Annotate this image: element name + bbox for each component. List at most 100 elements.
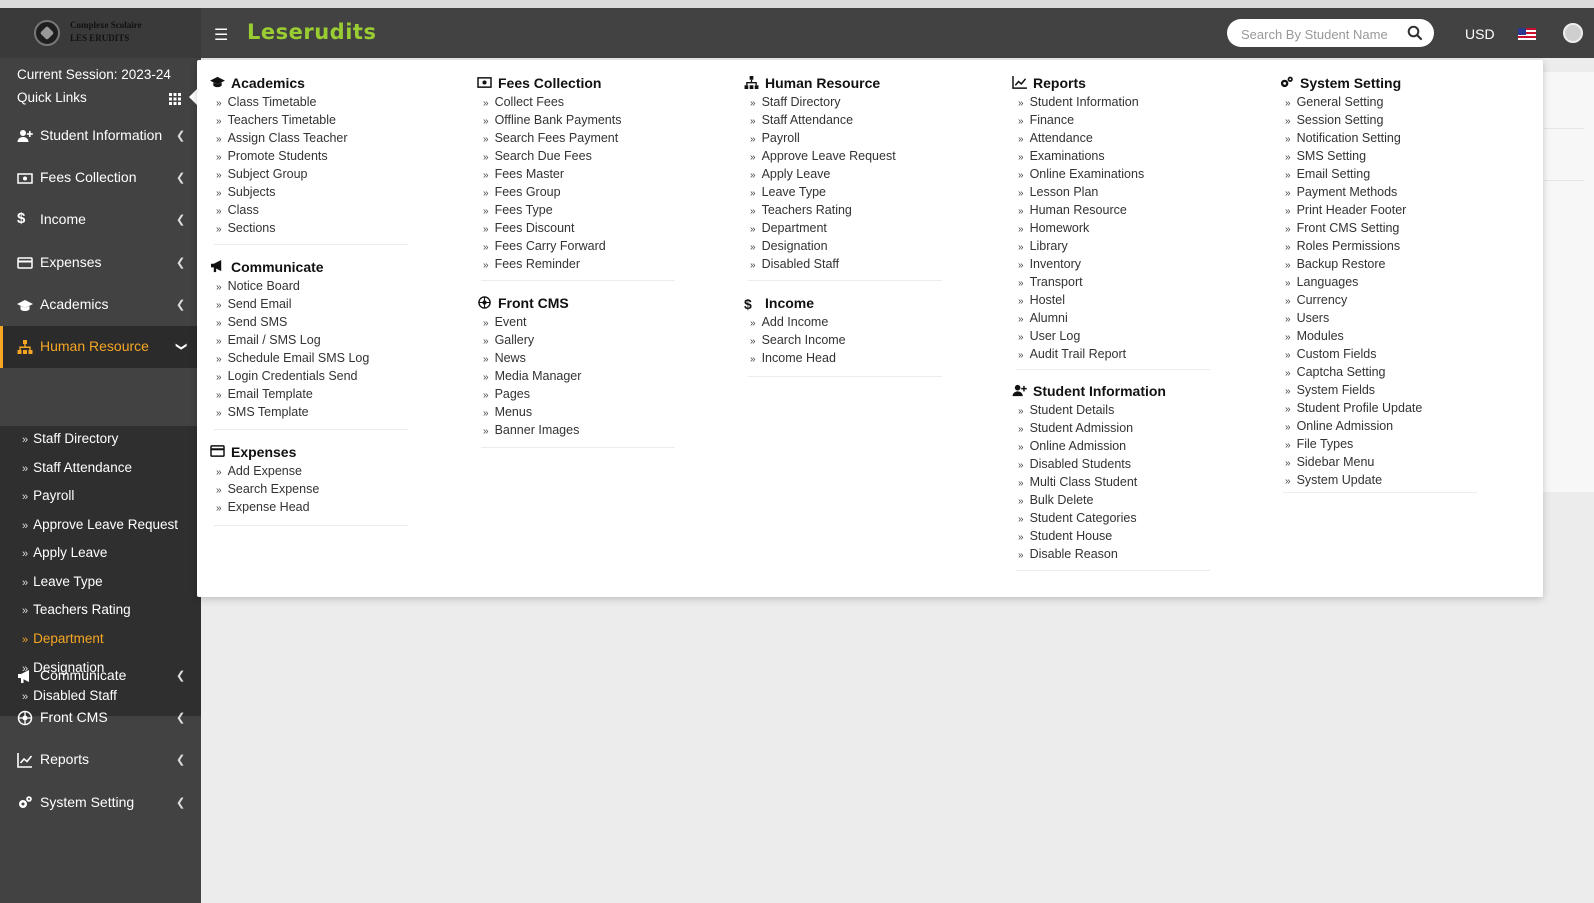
link-news[interactable]: » News <box>483 351 526 365</box>
link-report-hostel[interactable]: » Hostel <box>1018 293 1065 307</box>
link-sections[interactable]: » Sections <box>216 221 276 235</box>
link-send-sms[interactable]: » Send SMS <box>216 315 287 329</box>
link-student-categories[interactable]: » Student Categories <box>1018 511 1137 525</box>
link-disabled-staff[interactable]: » Disabled Staff <box>750 257 839 271</box>
link-teachers-rating[interactable]: » Teachers Rating <box>750 203 852 217</box>
link-report-lesson-plan[interactable]: » Lesson Plan <box>1018 185 1098 199</box>
submenu-item-approve-leave-request[interactable]: » Approve Leave Request <box>22 517 178 532</box>
link-assign-class-teacher[interactable]: » Assign Class Teacher <box>216 131 348 145</box>
link-email-template[interactable]: » Email Template <box>216 387 313 401</box>
link-general-setting[interactable]: » General Setting <box>1285 95 1383 109</box>
link-report-library[interactable]: » Library <box>1018 239 1068 253</box>
link-currency[interactable]: » Currency <box>1285 293 1347 307</box>
link-session-setting[interactable]: » Session Setting <box>1285 113 1383 127</box>
link-notice-board[interactable]: » Notice Board <box>216 279 300 293</box>
link-student-profile-update[interactable]: » Student Profile Update <box>1285 401 1422 415</box>
submenu-item-leave-type[interactable]: » Leave Type <box>22 574 103 589</box>
link-report-examinations[interactable]: » Examinations <box>1018 149 1105 163</box>
link-media-manager[interactable]: » Media Manager <box>483 369 581 383</box>
link-schedule-email-sms-log[interactable]: » Schedule Email SMS Log <box>216 351 369 365</box>
link-sms-setting[interactable]: » SMS Setting <box>1285 149 1366 163</box>
link-fees-carry-forward[interactable]: » Fees Carry Forward <box>483 239 606 253</box>
link-sidebar-menu[interactable]: » Sidebar Menu <box>1285 455 1374 469</box>
link-report-inventory[interactable]: » Inventory <box>1018 257 1081 271</box>
currency-selector[interactable]: USD <box>1465 26 1495 42</box>
link-online-admission[interactable]: » Online Admission <box>1018 439 1126 453</box>
link-search-due-fees[interactable]: » Search Due Fees <box>483 149 592 163</box>
link-department[interactable]: » Department <box>750 221 827 235</box>
link-teachers-timetable[interactable]: » Teachers Timetable <box>216 113 336 127</box>
submenu-item-payroll[interactable]: » Payroll <box>22 488 74 503</box>
link-payment-methods[interactable]: » Payment Methods <box>1285 185 1397 199</box>
sidebar-item-human-resource[interactable]: Human Resource ❮ <box>0 326 201 368</box>
link-collect-fees[interactable]: » Collect Fees <box>483 95 564 109</box>
link-staff-directory[interactable]: » Staff Directory <box>750 95 841 109</box>
link-modules[interactable]: » Modules <box>1285 329 1344 343</box>
link-banner-images[interactable]: » Banner Images <box>483 423 579 437</box>
link-promote-students[interactable]: » Promote Students <box>216 149 328 163</box>
link-fees-type[interactable]: » Fees Type <box>483 203 553 217</box>
link-notification-setting[interactable]: » Notification Setting <box>1285 131 1401 145</box>
sidebar-item-expenses[interactable]: Expenses ❮ <box>0 242 201 284</box>
link-offline-bank-payments[interactable]: » Offline Bank Payments <box>483 113 621 127</box>
link-payroll[interactable]: » Payroll <box>750 131 800 145</box>
sidebar-item-front-cms[interactable]: Front CMS ❮ <box>0 697 201 739</box>
sidebar-item-student-information[interactable]: Student Information ❮ <box>0 115 201 157</box>
search-icon[interactable] <box>1407 25 1423 41</box>
brand-logo-area[interactable]: Complexe Scolaire LES ERUDITS <box>0 8 201 58</box>
link-captcha-setting[interactable]: » Captcha Setting <box>1285 365 1386 379</box>
link-report-homework[interactable]: » Homework <box>1018 221 1089 235</box>
link-add-expense[interactable]: » Add Expense <box>216 464 302 478</box>
sidebar-item-system-setting[interactable]: System Setting ❮ <box>0 782 201 824</box>
sidebar-item-reports[interactable]: Reports ❮ <box>0 739 201 781</box>
link-roles-permissions[interactable]: » Roles Permissions <box>1285 239 1400 253</box>
sidebar-item-communicate[interactable]: Communicate ❮ <box>0 655 201 697</box>
link-apply-leave[interactable]: » Apply Leave <box>750 167 830 181</box>
user-avatar[interactable] <box>1563 23 1583 43</box>
sidebar-item-income[interactable]: $ Income ❮ <box>0 199 201 241</box>
link-report-finance[interactable]: » Finance <box>1018 113 1074 127</box>
link-student-admission[interactable]: » Student Admission <box>1018 421 1133 435</box>
link-users[interactable]: » Users <box>1285 311 1329 325</box>
link-menus[interactable]: » Menus <box>483 405 532 419</box>
hamburger-menu-icon[interactable]: ☰ <box>214 28 228 44</box>
link-staff-attendance[interactable]: » Staff Attendance <box>750 113 853 127</box>
submenu-item-staff-attendance[interactable]: » Staff Attendance <box>22 460 132 475</box>
link-report-human-resource[interactable]: » Human Resource <box>1018 203 1127 217</box>
link-disabled-students[interactable]: » Disabled Students <box>1018 457 1131 471</box>
sidebar-item-fees-collection[interactable]: Fees Collection ❮ <box>0 157 201 199</box>
grid-icon[interactable] <box>169 93 181 105</box>
link-system-fields[interactable]: » System Fields <box>1285 383 1375 397</box>
link-expense-head[interactable]: » Expense Head <box>216 500 310 514</box>
link-front-cms-setting[interactable]: » Front CMS Setting <box>1285 221 1399 235</box>
link-report-online-examinations[interactable]: » Online Examinations <box>1018 167 1144 181</box>
link-file-types[interactable]: » File Types <box>1285 437 1353 451</box>
link-email-sms-log[interactable]: » Email / SMS Log <box>216 333 321 347</box>
link-add-income[interactable]: » Add Income <box>750 315 828 329</box>
link-custom-fields[interactable]: » Custom Fields <box>1285 347 1376 361</box>
app-name[interactable]: Leserudits <box>247 20 376 44</box>
link-backup-restore[interactable]: » Backup Restore <box>1285 257 1386 271</box>
quick-links-label[interactable]: Quick Links <box>17 90 87 105</box>
link-send-email[interactable]: » Send Email <box>216 297 292 311</box>
link-email-setting[interactable]: » Email Setting <box>1285 167 1370 181</box>
link-report-transport[interactable]: » Transport <box>1018 275 1083 289</box>
link-income-head[interactable]: » Income Head <box>750 351 836 365</box>
submenu-item-apply-leave[interactable]: » Apply Leave <box>22 545 107 560</box>
link-search-fees-payment[interactable]: » Search Fees Payment <box>483 131 618 145</box>
link-sms-template[interactable]: » SMS Template <box>216 405 309 419</box>
submenu-item-teachers-rating[interactable]: » Teachers Rating <box>22 602 131 617</box>
link-report-student-information[interactable]: » Student Information <box>1018 95 1139 109</box>
submenu-item-department[interactable]: » Department <box>22 631 104 646</box>
link-student-details[interactable]: » Student Details <box>1018 403 1114 417</box>
link-student-house[interactable]: » Student House <box>1018 529 1112 543</box>
link-online-admission-setting[interactable]: » Online Admission <box>1285 419 1393 433</box>
sidebar-item-academics[interactable]: Academics ❮ <box>0 284 201 326</box>
link-report-attendance[interactable]: » Attendance <box>1018 131 1093 145</box>
link-pages[interactable]: » Pages <box>483 387 530 401</box>
link-fees-reminder[interactable]: » Fees Reminder <box>483 257 580 271</box>
link-login-credentials-send[interactable]: » Login Credentials Send <box>216 369 358 383</box>
link-bulk-delete[interactable]: » Bulk Delete <box>1018 493 1094 507</box>
submenu-item-staff-directory[interactable]: » Staff Directory <box>22 431 118 446</box>
us-flag-icon[interactable] <box>1518 28 1536 40</box>
